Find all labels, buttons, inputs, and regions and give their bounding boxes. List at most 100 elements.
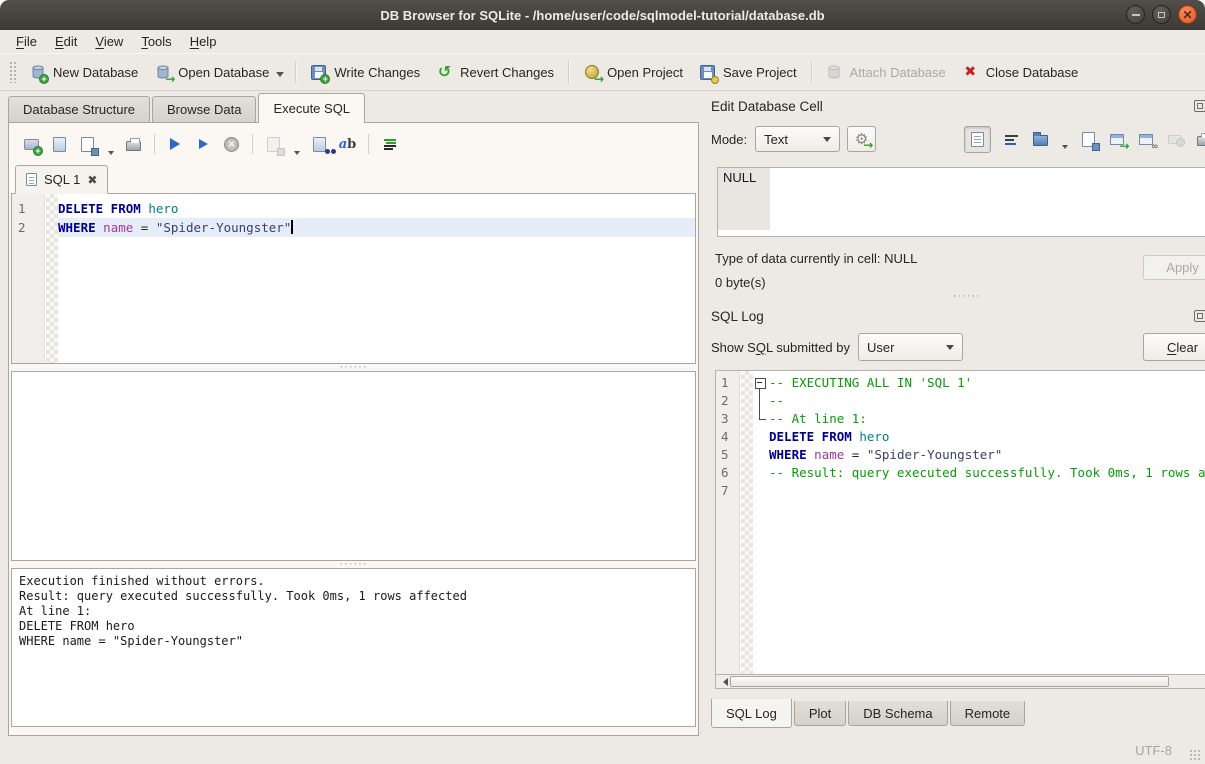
cell-null-value: NULL	[718, 168, 770, 230]
float-dock-icon[interactable]	[1194, 310, 1205, 322]
find-replace-icon[interactable]: ab	[339, 136, 356, 153]
main-toolbar: + New Database → Open Database + Write C…	[0, 53, 1205, 91]
sql-document-icon	[26, 173, 37, 186]
open-database-icon: →	[154, 64, 171, 81]
format-sql-icon[interactable]	[381, 136, 398, 153]
sql-log-lines: 1-- EXECUTING ALL IN 'SQL 1'2--3-- At li…	[716, 371, 1205, 500]
maximize-icon	[1158, 12, 1165, 18]
float-dock-icon[interactable]	[1194, 100, 1205, 112]
app-window: DB Browser for SQLite - /home/user/code/…	[0, 0, 1205, 764]
copy-link-icon[interactable]: ∞	[1138, 131, 1155, 148]
open-project-button[interactable]: → Open Project	[575, 59, 691, 86]
sql-log-title: SQL Log	[711, 309, 1189, 324]
toolbar-separator	[154, 134, 155, 154]
dock-tabbar: SQL Log Plot DB Schema Remote	[711, 701, 1205, 731]
sql-tab[interactable]: SQL 1 ✖	[15, 165, 108, 194]
dock-tab-plot[interactable]: Plot	[794, 701, 846, 726]
maximize-button[interactable]	[1152, 5, 1171, 24]
cell-value-editor[interactable]: NULL	[717, 167, 1205, 237]
dock-tab-db-schema[interactable]: DB Schema	[848, 701, 947, 726]
tab-browse-data[interactable]: Browse Data	[152, 96, 256, 122]
revert-changes-button[interactable]: ↺ Revert Changes	[428, 59, 562, 86]
import-cell-data-icon[interactable]	[1032, 131, 1049, 148]
splitter-editor-results[interactable]	[11, 364, 696, 371]
resize-grip[interactable]	[1188, 748, 1202, 762]
open-sql-file-icon[interactable]	[51, 136, 68, 153]
gear-icon: ⚙→	[855, 130, 868, 148]
set-null-icon[interactable]	[1167, 131, 1184, 148]
open-database-button[interactable]: → Open Database	[146, 59, 277, 86]
dock-tab-remote[interactable]: Remote	[950, 701, 1026, 726]
filter-label: Show SQL submitted by	[711, 340, 850, 355]
new-sql-tab-icon[interactable]: +	[23, 136, 40, 153]
open-database-dropdown-arrow[interactable]	[276, 72, 284, 81]
open-in-external-icon[interactable]: →	[1109, 131, 1126, 148]
clear-log-button[interactable]: Clear	[1143, 333, 1205, 361]
sql-editor[interactable]: 1DELETE FROM hero2WHERE name = "Spider-Y…	[11, 194, 696, 364]
apply-button[interactable]: Apply	[1143, 255, 1205, 280]
right-pane: Edit Database Cell Mode: Text ⚙→	[703, 91, 1205, 737]
text-mode-button[interactable]	[964, 126, 991, 153]
execute-all-icon[interactable]	[167, 136, 184, 153]
main-tabbar: Database Structure Browse Data Execute S…	[0, 91, 703, 122]
dock-tab-sql-log[interactable]: SQL Log	[711, 699, 792, 728]
attach-database-icon	[826, 64, 843, 81]
stop-execution-icon[interactable]: ✕	[223, 136, 240, 153]
main-content: Database Structure Browse Data Execute S…	[0, 91, 1205, 737]
close-icon: ✕	[1182, 9, 1192, 21]
mode-combobox[interactable]: Text	[755, 126, 840, 152]
log-horizontal-scrollbar[interactable]	[715, 675, 1205, 689]
menu-help[interactable]: Help	[181, 31, 226, 52]
scroll-left-icon[interactable]	[716, 676, 730, 688]
toolbar-separator	[568, 61, 569, 83]
print-cell-icon[interactable]	[1196, 131, 1205, 148]
print-icon[interactable]	[125, 136, 142, 153]
save-project-button[interactable]: Save Project	[691, 59, 805, 86]
chevron-down-icon	[946, 345, 954, 354]
menu-view[interactable]: View	[86, 31, 132, 52]
sql-tab-label: SQL 1	[44, 172, 80, 187]
menu-edit[interactable]: Edit	[46, 31, 86, 52]
auto-apply-button[interactable]: ⚙→	[847, 126, 876, 152]
close-button[interactable]: ✕	[1178, 5, 1197, 24]
submitted-by-combobox[interactable]: User	[858, 333, 963, 361]
left-pane: Database Structure Browse Data Execute S…	[0, 91, 703, 737]
new-database-button[interactable]: + New Database	[21, 59, 146, 86]
window-title: DB Browser for SQLite - /home/user/code/…	[380, 8, 824, 23]
toolbar-grip[interactable]	[9, 61, 16, 83]
write-changes-icon: +	[310, 64, 327, 81]
sql-tab-close-icon[interactable]: ✖	[87, 173, 97, 187]
open-project-icon: →	[583, 64, 600, 81]
results-table-pane[interactable]	[11, 371, 696, 561]
menu-tools[interactable]: Tools	[132, 31, 180, 52]
window-controls: ✕	[1126, 5, 1197, 24]
save-sql-dropdown-arrow[interactable]	[108, 151, 114, 158]
tab-execute-sql[interactable]: Execute SQL	[258, 93, 365, 123]
chevron-down-icon	[823, 137, 831, 146]
execute-line-icon[interactable]	[195, 136, 212, 153]
cell-type-info: Type of data currently in cell: NULL	[715, 251, 917, 266]
save-results-dropdown-arrow[interactable]	[294, 151, 300, 158]
word-wrap-icon[interactable]	[1003, 131, 1020, 148]
mode-label: Mode:	[711, 132, 747, 147]
scrollbar-thumb[interactable]	[730, 676, 1169, 687]
save-sql-file-icon[interactable]	[79, 136, 96, 153]
find-in-sql-icon[interactable]	[311, 136, 328, 153]
splitter-cell-log[interactable]	[711, 294, 1205, 304]
close-database-button[interactable]: ✖ Close Database	[954, 59, 1087, 86]
sql-code-lines: 1DELETE FROM hero2WHERE name = "Spider-Y…	[12, 194, 695, 237]
export-cell-data-icon[interactable]	[1080, 131, 1097, 148]
tab-database-structure[interactable]: Database Structure	[8, 96, 150, 122]
minimize-button[interactable]	[1126, 5, 1145, 24]
save-results-icon[interactable]	[265, 136, 282, 153]
sql-log-view[interactable]: 1-- EXECUTING ALL IN 'SQL 1'2--3-- At li…	[715, 370, 1205, 675]
cell-size-info: 0 byte(s)	[715, 275, 917, 290]
menu-file[interactable]: File	[7, 31, 46, 52]
write-changes-button[interactable]: + Write Changes	[302, 59, 428, 86]
attach-database-button[interactable]: Attach Database	[818, 59, 954, 86]
encoding-indicator: UTF-8	[1135, 743, 1172, 758]
toolbar-separator	[811, 61, 812, 83]
execution-message-pane: Execution finished without errors.Result…	[11, 568, 696, 727]
import-dropdown-arrow[interactable]	[1062, 145, 1068, 152]
splitter-results-message[interactable]	[11, 561, 696, 568]
